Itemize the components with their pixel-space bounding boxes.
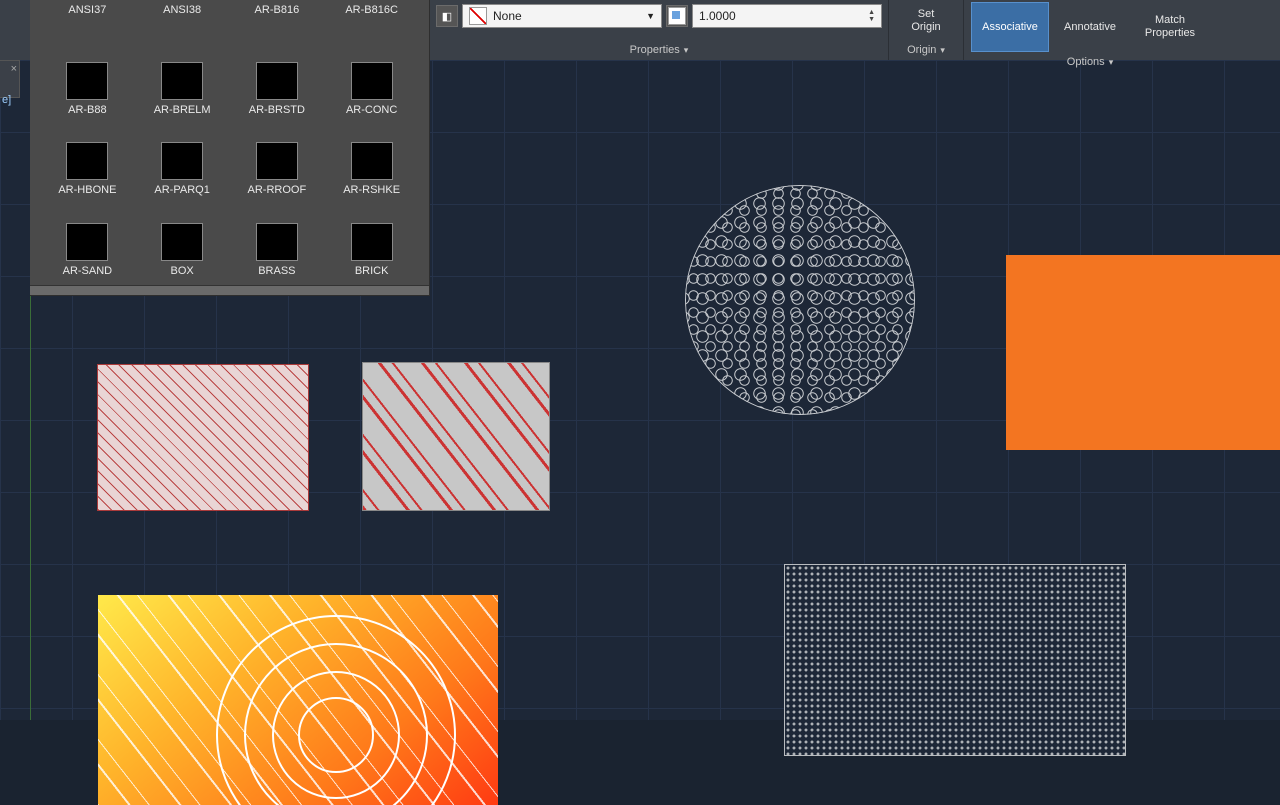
pattern-swatch-brass[interactable]: BRASS	[230, 198, 325, 279]
chevron-down-icon: ▼	[646, 11, 655, 21]
file-tab-stub[interactable]: ×	[0, 60, 20, 98]
pattern-thumb-icon	[256, 62, 298, 100]
concentric-rings	[216, 615, 456, 805]
pattern-swatch-ar-brstd[interactable]: AR-BRSTD	[230, 37, 325, 118]
hatch-rect-diagonal-stripe[interactable]	[363, 363, 549, 510]
none-swatch-icon	[469, 7, 487, 25]
hatch-circle-cellular[interactable]	[685, 185, 915, 415]
pattern-swatch[interactable]: ANSI38	[135, 0, 230, 16]
hatch-rect-dots[interactable]	[785, 565, 1125, 755]
hatch-rect-orange-solid[interactable]	[1006, 255, 1280, 450]
close-icon[interactable]: ×	[11, 63, 17, 75]
pattern-swatch-ar-hbone[interactable]: AR-HBONE	[40, 118, 135, 199]
hatch-scale-value: 1.0000	[699, 9, 736, 23]
ribbon-group-properties: ◧ None ▼ 1.0000 ▲▼ Properties	[430, 0, 889, 60]
annotative-button[interactable]: Annotative	[1051, 2, 1129, 52]
viewport-bracket-text: e]	[2, 94, 11, 106]
pattern-swatch-ar-rroof[interactable]: AR-RROOF	[230, 118, 325, 199]
pattern-thumb-icon	[351, 223, 393, 261]
pattern-swatch-ar-conc[interactable]: AR-CONC	[324, 37, 419, 118]
hatch-panel-scrollbar[interactable]	[30, 285, 429, 295]
spinner-icon[interactable]: ▲▼	[868, 9, 875, 23]
set-origin-button[interactable]: Set Origin	[896, 2, 956, 40]
pattern-swatch-ar-brelm[interactable]: AR-BRELM	[135, 37, 230, 118]
pattern-thumb-icon	[161, 142, 203, 180]
hatch-rect-gradient[interactable]	[98, 595, 498, 805]
hatch-pattern-grid: ANSI37 ANSI38 AR-B816 AR-B816C AR-B88 AR…	[30, 0, 429, 285]
pattern-swatch-brick[interactable]: BRICK	[324, 198, 419, 279]
pattern-thumb-icon	[66, 62, 108, 100]
pattern-swatch-ar-b88[interactable]: AR-B88	[40, 37, 135, 118]
pattern-thumb-icon	[351, 62, 393, 100]
pattern-swatch-ar-sand[interactable]: AR-SAND	[40, 198, 135, 279]
pattern-swatch-ar-parq1[interactable]: AR-PARQ1	[135, 118, 230, 199]
pattern-thumb-icon	[256, 142, 298, 180]
hatch-scale-icon[interactable]	[666, 5, 688, 27]
ribbon-group-options: Associative Annotative Match Properties …	[964, 0, 1216, 60]
ribbon-group-label-properties[interactable]: Properties	[630, 42, 689, 60]
hatch-color-icon[interactable]: ◧	[436, 5, 458, 27]
pattern-thumb-icon	[161, 223, 203, 261]
hatch-color-dropdown[interactable]: None ▼	[462, 4, 662, 28]
pattern-thumb-icon	[161, 62, 203, 100]
hatch-rect-pink-crosshatch[interactable]	[98, 365, 308, 510]
pattern-swatch[interactable]: ANSI37	[40, 0, 135, 16]
hatch-scale-input[interactable]: 1.0000 ▲▼	[692, 4, 882, 28]
ribbon-group-origin: Set Origin Origin	[889, 0, 964, 60]
pattern-swatch-ar-rshke[interactable]: AR-RSHKE	[324, 118, 419, 199]
ribbon-group-label-origin[interactable]: Origin	[907, 42, 945, 60]
pattern-swatch[interactable]: AR-B816	[230, 0, 325, 16]
pattern-thumb-icon	[351, 142, 393, 180]
associative-button[interactable]: Associative	[971, 2, 1049, 52]
pattern-swatch[interactable]: AR-B816C	[324, 0, 419, 16]
pattern-thumb-icon	[256, 223, 298, 261]
hatch-pattern-panel: ANSI37 ANSI38 AR-B816 AR-B816C AR-B88 AR…	[30, 0, 430, 296]
hatch-color-value: None	[493, 9, 522, 23]
pattern-thumb-icon	[66, 223, 108, 261]
pattern-swatch-box[interactable]: BOX	[135, 198, 230, 279]
match-properties-button[interactable]: Match Properties	[1131, 2, 1209, 52]
pattern-thumb-icon	[66, 142, 108, 180]
ribbon-group-label-options[interactable]: Options	[1067, 54, 1113, 72]
